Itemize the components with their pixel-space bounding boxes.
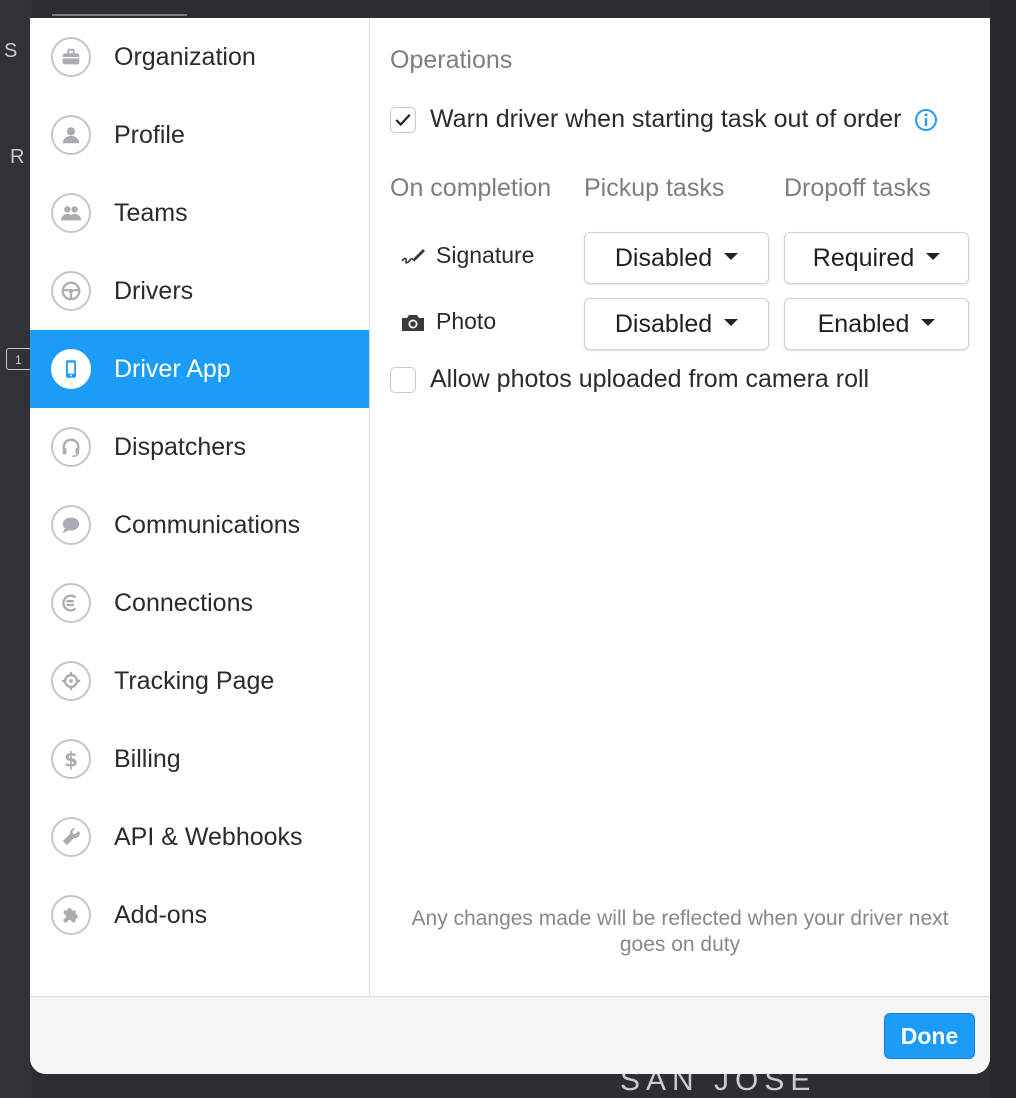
dropdown-value: Required bbox=[812, 243, 915, 272]
photo-row-label: Photo bbox=[400, 308, 496, 335]
sidebar-item-label: Drivers bbox=[114, 276, 194, 305]
signature-icon bbox=[401, 248, 425, 264]
sidebar-item-add-ons[interactable]: Add-ons bbox=[30, 876, 369, 954]
dollar-icon: $ bbox=[51, 739, 91, 779]
driver-app-settings: Operations Warn driver when starting tas… bbox=[370, 18, 990, 996]
sidebar-item-api-webhooks[interactable]: API & Webhooks bbox=[30, 798, 369, 876]
sidebar-item-label: Billing bbox=[114, 744, 181, 773]
sidebar-item-billing[interactable]: $ Billing bbox=[30, 720, 369, 798]
signature-label: Signature bbox=[436, 242, 535, 268]
footnote: Any changes made will be reflected when … bbox=[411, 907, 949, 956]
sidebar-item-label: Connections bbox=[114, 588, 253, 617]
sidebar-item-label: Profile bbox=[114, 120, 185, 149]
headset-icon bbox=[51, 427, 91, 467]
modal-footer: Done bbox=[30, 996, 990, 1074]
photo-label: Photo bbox=[436, 308, 497, 334]
sidebar-item-label: Add-ons bbox=[114, 900, 208, 929]
camera-roll-row: Allow photos uploaded from camera roll bbox=[390, 365, 869, 394]
dropdown-value: Disabled bbox=[614, 243, 713, 272]
signature-pickup-dropdown[interactable]: Disabled bbox=[584, 232, 769, 284]
map-edge-right bbox=[990, 0, 1016, 1098]
info-icon[interactable] bbox=[914, 108, 938, 132]
sidebar-item-label: Communications bbox=[114, 510, 301, 539]
sidebar-item-label: Tracking Page bbox=[114, 666, 275, 695]
sidebar-item-tracking-page[interactable]: Tracking Page bbox=[30, 642, 369, 720]
caret-down-icon bbox=[926, 252, 941, 260]
sidebar-item-teams[interactable]: Teams bbox=[30, 174, 369, 252]
checkmark-icon bbox=[395, 113, 411, 126]
sidebar-item-label: Teams bbox=[114, 198, 188, 227]
person-icon bbox=[51, 115, 91, 155]
sidebar-item-drivers[interactable]: Drivers bbox=[30, 252, 369, 330]
settings-modal: Organization Profile Teams Drivers Drive… bbox=[30, 18, 990, 1074]
camera-roll-label: Allow photos uploaded from camera roll bbox=[430, 365, 870, 393]
sidebar-item-driver-app[interactable]: Driver App bbox=[30, 330, 369, 408]
settings-sidebar: Organization Profile Teams Drivers Drive… bbox=[30, 18, 370, 996]
svg-text:$: $ bbox=[64, 748, 78, 770]
done-button[interactable]: Done bbox=[884, 1013, 975, 1059]
map-road-marker: 1 bbox=[6, 348, 32, 370]
puzzle-icon bbox=[51, 895, 91, 935]
dropdown-value: Disabled bbox=[614, 309, 713, 338]
sidebar-item-profile[interactable]: Profile bbox=[30, 96, 369, 174]
sidebar-item-label: Driver App bbox=[114, 354, 231, 383]
steering-wheel-icon bbox=[51, 271, 91, 311]
sidebar-item-organization[interactable]: Organization bbox=[30, 18, 369, 96]
briefcase-icon bbox=[51, 37, 91, 77]
chat-bubble-icon bbox=[51, 505, 91, 545]
caret-down-icon bbox=[724, 318, 739, 326]
pickup-tasks-header: Pickup tasks bbox=[584, 174, 725, 202]
sidebar-item-label: Dispatchers bbox=[114, 432, 246, 461]
map-top-line bbox=[52, 14, 187, 16]
group-icon bbox=[51, 193, 91, 233]
sidebar-item-connections[interactable]: Connections bbox=[30, 564, 369, 642]
photo-pickup-dropdown[interactable]: Disabled bbox=[584, 298, 769, 350]
warn-out-of-order-row: Warn driver when starting task out of or… bbox=[390, 105, 938, 134]
phone-icon bbox=[51, 349, 91, 389]
signature-dropoff-dropdown[interactable]: Required bbox=[784, 232, 969, 284]
sidebar-item-dispatchers[interactable]: Dispatchers bbox=[30, 408, 369, 486]
target-icon bbox=[51, 661, 91, 701]
map-edge-letter: R bbox=[10, 146, 28, 168]
camera-roll-checkbox[interactable] bbox=[390, 366, 416, 393]
dropoff-tasks-header: Dropoff tasks bbox=[784, 174, 931, 202]
sidebar-item-label: API & Webhooks bbox=[114, 822, 303, 851]
camera-icon bbox=[402, 314, 424, 331]
dropdown-value: Enabled bbox=[817, 309, 910, 338]
section-title: Operations bbox=[390, 46, 513, 74]
connection-icon bbox=[51, 583, 91, 623]
wrench-icon bbox=[51, 817, 91, 857]
caret-down-icon bbox=[724, 252, 739, 260]
warn-out-of-order-checkbox[interactable] bbox=[390, 106, 416, 133]
caret-down-icon bbox=[921, 318, 936, 326]
sidebar-item-label: Organization bbox=[114, 42, 256, 71]
on-completion-header: On completion bbox=[390, 174, 552, 202]
warn-out-of-order-label: Warn driver when starting task out of or… bbox=[430, 105, 902, 133]
photo-dropoff-dropdown[interactable]: Enabled bbox=[784, 298, 969, 350]
signature-row-label: Signature bbox=[400, 242, 534, 269]
sidebar-item-communications[interactable]: Communications bbox=[30, 486, 369, 564]
